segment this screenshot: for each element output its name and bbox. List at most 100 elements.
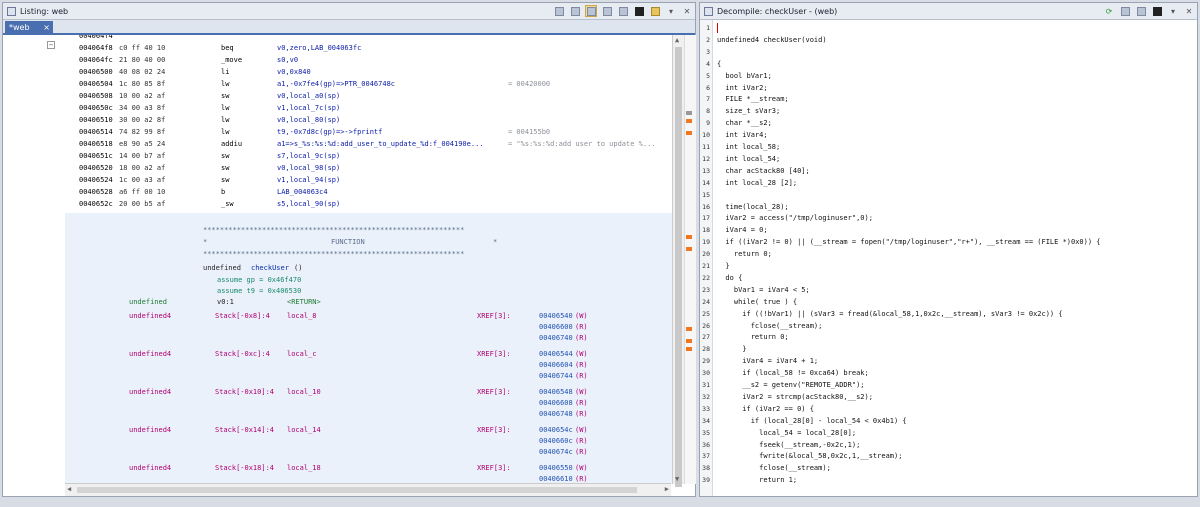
snapshot-icon[interactable]: [633, 5, 645, 17]
instruction-row[interactable]: 004064fc 21 80 40 00 _move s0,v0: [65, 55, 672, 65]
decompile-line[interactable]: }: [717, 344, 746, 354]
chevron-down-icon[interactable]: ▾: [1167, 5, 1179, 17]
xref-address[interactable]: 0040654c: [539, 425, 573, 435]
field-editor-icon[interactable]: [601, 5, 613, 17]
xref-address[interactable]: 00406550: [539, 463, 573, 473]
decompile-line[interactable]: int iVar4;: [717, 130, 767, 140]
instruction-operands[interactable]: t9,-0x7d8c(gp)=>->fprintf: [277, 127, 382, 137]
instruction-operands[interactable]: v1,local_7c(sp): [277, 103, 340, 113]
decompile-line[interactable]: size_t sVar3;: [717, 106, 780, 116]
decompile-line[interactable]: char *__s2;: [717, 118, 771, 128]
close-icon[interactable]: ✕: [1183, 5, 1195, 17]
decompile-line[interactable]: int local_54;: [717, 154, 780, 164]
listing-horizontal-scrollbar[interactable]: ◀ ▶: [65, 483, 671, 496]
instruction-row[interactable]: 00406524 1c 00 a3 af sw v1,local_94(sp): [65, 175, 672, 185]
decompile-line[interactable]: undefined4 checkUser(void): [717, 35, 827, 45]
tab-close-icon[interactable]: ×: [43, 23, 50, 32]
xref-address[interactable]: 00406544: [539, 349, 573, 359]
xref-address[interactable]: 00406744: [539, 371, 573, 381]
scroll-up-icon[interactable]: ▲: [675, 36, 679, 44]
decompile-line[interactable]: int iVar2;: [717, 83, 767, 93]
xref-address[interactable]: 00406600: [539, 322, 573, 332]
instruction-row[interactable]: 0040650c 34 00 a3 8f lw v1,local_7c(sp): [65, 103, 672, 113]
decompile-line[interactable]: while( true ) {: [717, 297, 797, 307]
collapse-icon[interactable]: −: [47, 41, 55, 49]
decompile-line[interactable]: iVar4 = 0;: [717, 225, 767, 235]
decompile-line[interactable]: int local_28 [2];: [717, 178, 797, 188]
instruction-row[interactable]: 004064f8 c0 ff 40 10 beq v0,zero,LAB_004063…: [65, 43, 672, 53]
decompile-line[interactable]: fseek(__stream,-0x2c,1);: [717, 440, 860, 450]
xref-address[interactable]: 00406604: [539, 360, 573, 370]
decompile-line[interactable]: {: [717, 59, 721, 69]
xref-address[interactable]: 00406608: [539, 398, 573, 408]
decompile-line[interactable]: if (local_28[0] - local_54 < 0x4b1) {: [717, 416, 907, 426]
xref-address[interactable]: 00406540: [539, 311, 573, 321]
function-signature-name[interactable]: checkUser: [251, 263, 289, 273]
decompile-line[interactable]: if (iVar2 == 0) {: [717, 404, 814, 414]
scroll-down-icon[interactable]: ▼: [675, 475, 679, 483]
xref-address[interactable]: 0040674c: [539, 447, 573, 457]
xref-address[interactable]: 00406748: [539, 409, 573, 419]
instruction-operands[interactable]: v0,0x840: [277, 67, 311, 77]
decompile-line[interactable]: __s2 = getenv("REMOTE_ADDR");: [717, 380, 864, 390]
decompile-line[interactable]: return 1;: [717, 475, 797, 485]
decompile-line[interactable]: return 0;: [717, 332, 789, 342]
instruction-row[interactable]: 00406500 40 08 02 24 li v0,0x840: [65, 67, 672, 77]
xref-address[interactable]: 00406548: [539, 387, 573, 397]
close-icon[interactable]: ✕: [681, 5, 693, 17]
instruction-row[interactable]: 00406504 1c 80 85 8f lw a1,-0x7fe4(gp)=>PTR…: [65, 79, 672, 89]
decompile-line[interactable]: return 0;: [717, 249, 772, 259]
tab-web[interactable]: *web ×: [5, 21, 53, 33]
decompile-line[interactable]: FILE *__stream;: [717, 94, 788, 104]
scroll-thumb[interactable]: [675, 47, 682, 487]
instruction-operands[interactable]: v1,local_94(sp): [277, 175, 340, 185]
snapshot-icon[interactable]: [1151, 5, 1163, 17]
decompile-line[interactable]: iVar2 = strcmp(acStack80,__s2);: [717, 392, 873, 402]
paste-icon[interactable]: [569, 5, 581, 17]
horizontal-scroll-thumb[interactable]: [77, 487, 637, 493]
instruction-row[interactable]: 0040651c 14 00 b7 af sw s7,local_9c(sp): [65, 151, 672, 161]
instruction-operands[interactable]: v0,local_98(sp): [277, 163, 340, 173]
scroll-left-icon[interactable]: ◀: [67, 485, 71, 493]
chevron-down-icon[interactable]: ▾: [665, 5, 677, 17]
export-icon[interactable]: [1135, 5, 1147, 17]
instruction-operands[interactable]: a1=>s_%s:%s:%d:add_user_to_update_%d:f_0…: [277, 139, 484, 149]
decompile-line[interactable]: fclose(__stream);: [717, 321, 823, 331]
instruction-row[interactable]: 00406518 e8 90 a5 24 addiu a1=>s_%s:%s:%d:a…: [65, 139, 672, 149]
decompile-line[interactable]: local_54 = local_28[0];: [717, 428, 856, 438]
decompile-line[interactable]: char acStack80 [40];: [717, 166, 809, 176]
instruction-row[interactable]: 00406514 74 82 99 8f lw t9,-0x7d8c(gp)=>->f…: [65, 127, 672, 137]
refresh-icon[interactable]: ⟳: [1103, 5, 1115, 17]
instruction-operands[interactable]: a1,-0x7fe4(gp)=>PTR_0046748c: [277, 79, 395, 89]
diff-icon[interactable]: [617, 5, 629, 17]
cursor-toggle-icon[interactable]: [585, 5, 597, 17]
instruction-row[interactable]: 00406508 10 00 a2 af sw v0,local_a0(sp): [65, 91, 672, 101]
decompile-line[interactable]: fwrite(&local_58,0x2c,1,__stream);: [717, 451, 902, 461]
instruction-row[interactable]: 0040652c 20 00 b5 af _sw s5,local_90(sp): [65, 199, 672, 209]
decompile-line[interactable]: bVar1 = iVar4 < 5;: [717, 285, 810, 295]
decompile-line[interactable]: if ((iVar2 != 0) || (__stream = fopen("/…: [717, 237, 1100, 247]
listing-overview-bar[interactable]: [684, 35, 696, 484]
decompile-line[interactable]: time(local_28);: [717, 202, 788, 212]
xref-address[interactable]: 0040660c: [539, 436, 573, 446]
instruction-row[interactable]: 00406528 a6 ff 00 10 b LAB_004063c4: [65, 187, 672, 197]
decompile-line[interactable]: iVar4 = iVar4 + 1;: [717, 356, 818, 366]
instruction-operands[interactable]: LAB_004063c4: [277, 187, 328, 197]
instruction-row[interactable]: 00406520 18 00 a2 af sw v0,local_98(sp): [65, 163, 672, 173]
instruction-operands[interactable]: v0,local_80(sp): [277, 115, 340, 125]
xref-address[interactable]: 00406740: [539, 333, 573, 343]
decompile-line[interactable]: if ((!bVar1) || (sVar3 = fread(&local_58…: [717, 309, 1062, 319]
options-menu-icon[interactable]: [649, 5, 661, 17]
decompile-line[interactable]: iVar2 = access("/tmp/loginuser",0);: [717, 213, 873, 223]
instruction-operands[interactable]: v0,zero,LAB_004063fc: [277, 43, 361, 53]
decompile-line[interactable]: int local_58;: [717, 142, 780, 152]
instruction-operands[interactable]: v0,local_a0(sp): [277, 91, 340, 101]
instruction-row[interactable]: 00406510 30 00 a2 8f lw v0,local_80(sp): [65, 115, 672, 125]
copy-icon[interactable]: [553, 5, 565, 17]
instruction-operands[interactable]: s5,local_90(sp): [277, 199, 340, 209]
decompile-line[interactable]: do {: [717, 273, 742, 283]
scroll-right-icon[interactable]: ▶: [665, 485, 669, 493]
decompile-line[interactable]: bool bVar1;: [717, 71, 771, 81]
decompile-code-area[interactable]: undefined4 checkUser(void){ bool bVar1; …: [717, 20, 1197, 496]
instruction-operands[interactable]: s7,local_9c(sp): [277, 151, 340, 161]
